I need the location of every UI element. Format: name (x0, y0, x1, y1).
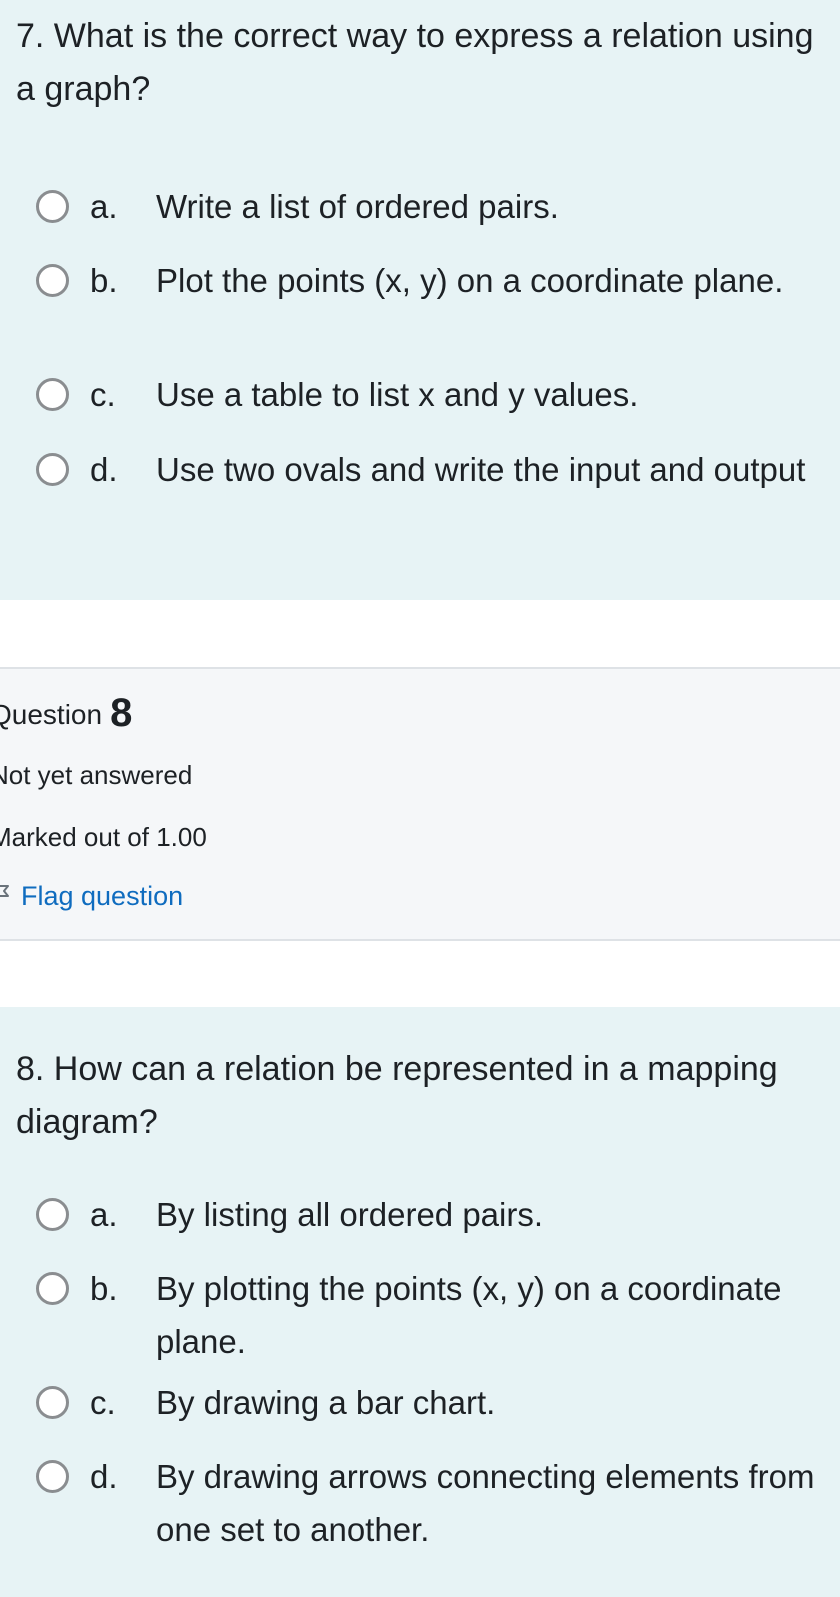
radio-button[interactable] (36, 1198, 69, 1231)
question-number: Question 8 (0, 691, 132, 736)
quiz-page: 7. What is the correct way to express a … (0, 0, 840, 1597)
answer-label[interactable]: Plot the points (x, y) on a coordinate p… (156, 254, 816, 307)
answer-label[interactable]: Use a table to list x and y values. (156, 368, 816, 421)
answer-letter: c. (90, 376, 116, 413)
radio-button[interactable] (36, 190, 69, 223)
answer-label[interactable]: By listing all ordered pairs. (156, 1188, 816, 1241)
answer-letter: d. (90, 451, 118, 488)
radio-button[interactable] (36, 378, 69, 411)
question-8-info: Question 8 Not yet answered Marked out of… (0, 667, 840, 941)
question-8-text: 8. How can a relation be represented in … (16, 1050, 778, 1141)
question-label: Question (0, 699, 103, 730)
answer-label[interactable]: Use two ovals and write the input and ou… (156, 443, 816, 496)
answer-label[interactable]: Write a list of ordered pairs. (156, 180, 816, 233)
answer-letter: a. (90, 188, 118, 225)
answer-label[interactable]: By plotting the points (x, y) on a coord… (156, 1262, 816, 1368)
question-7-text: 7. What is the correct way to express a … (16, 17, 814, 108)
answer-label[interactable]: By drawing a bar chart. (156, 1376, 816, 1429)
question-state: Not yet answered (0, 760, 193, 790)
question-number-value: 8 (110, 691, 133, 735)
question-grade: Marked out of 1.00 (0, 822, 207, 852)
flag-icon[interactable] (0, 883, 12, 907)
radio-button[interactable] (36, 1386, 69, 1419)
answer-letter: b. (90, 262, 118, 299)
flag-label[interactable]: Flag question (21, 881, 183, 911)
answer-letter: b. (90, 1270, 118, 1307)
radio-button[interactable] (36, 264, 69, 297)
question-7-content: 7. What is the correct way to express a … (0, 0, 840, 600)
answer-letter: d. (90, 1458, 118, 1495)
question-8-content: 8. How can a relation be represented in … (0, 1007, 840, 1597)
answer-label[interactable]: By drawing arrows connecting elements fr… (156, 1450, 816, 1556)
answer-letter: a. (90, 1196, 118, 1233)
radio-button[interactable] (36, 1460, 69, 1493)
flag-question-link[interactable]: Flag question (0, 881, 183, 912)
radio-button[interactable] (36, 1272, 69, 1305)
answer-letter: c. (90, 1384, 116, 1421)
radio-button[interactable] (36, 453, 69, 486)
